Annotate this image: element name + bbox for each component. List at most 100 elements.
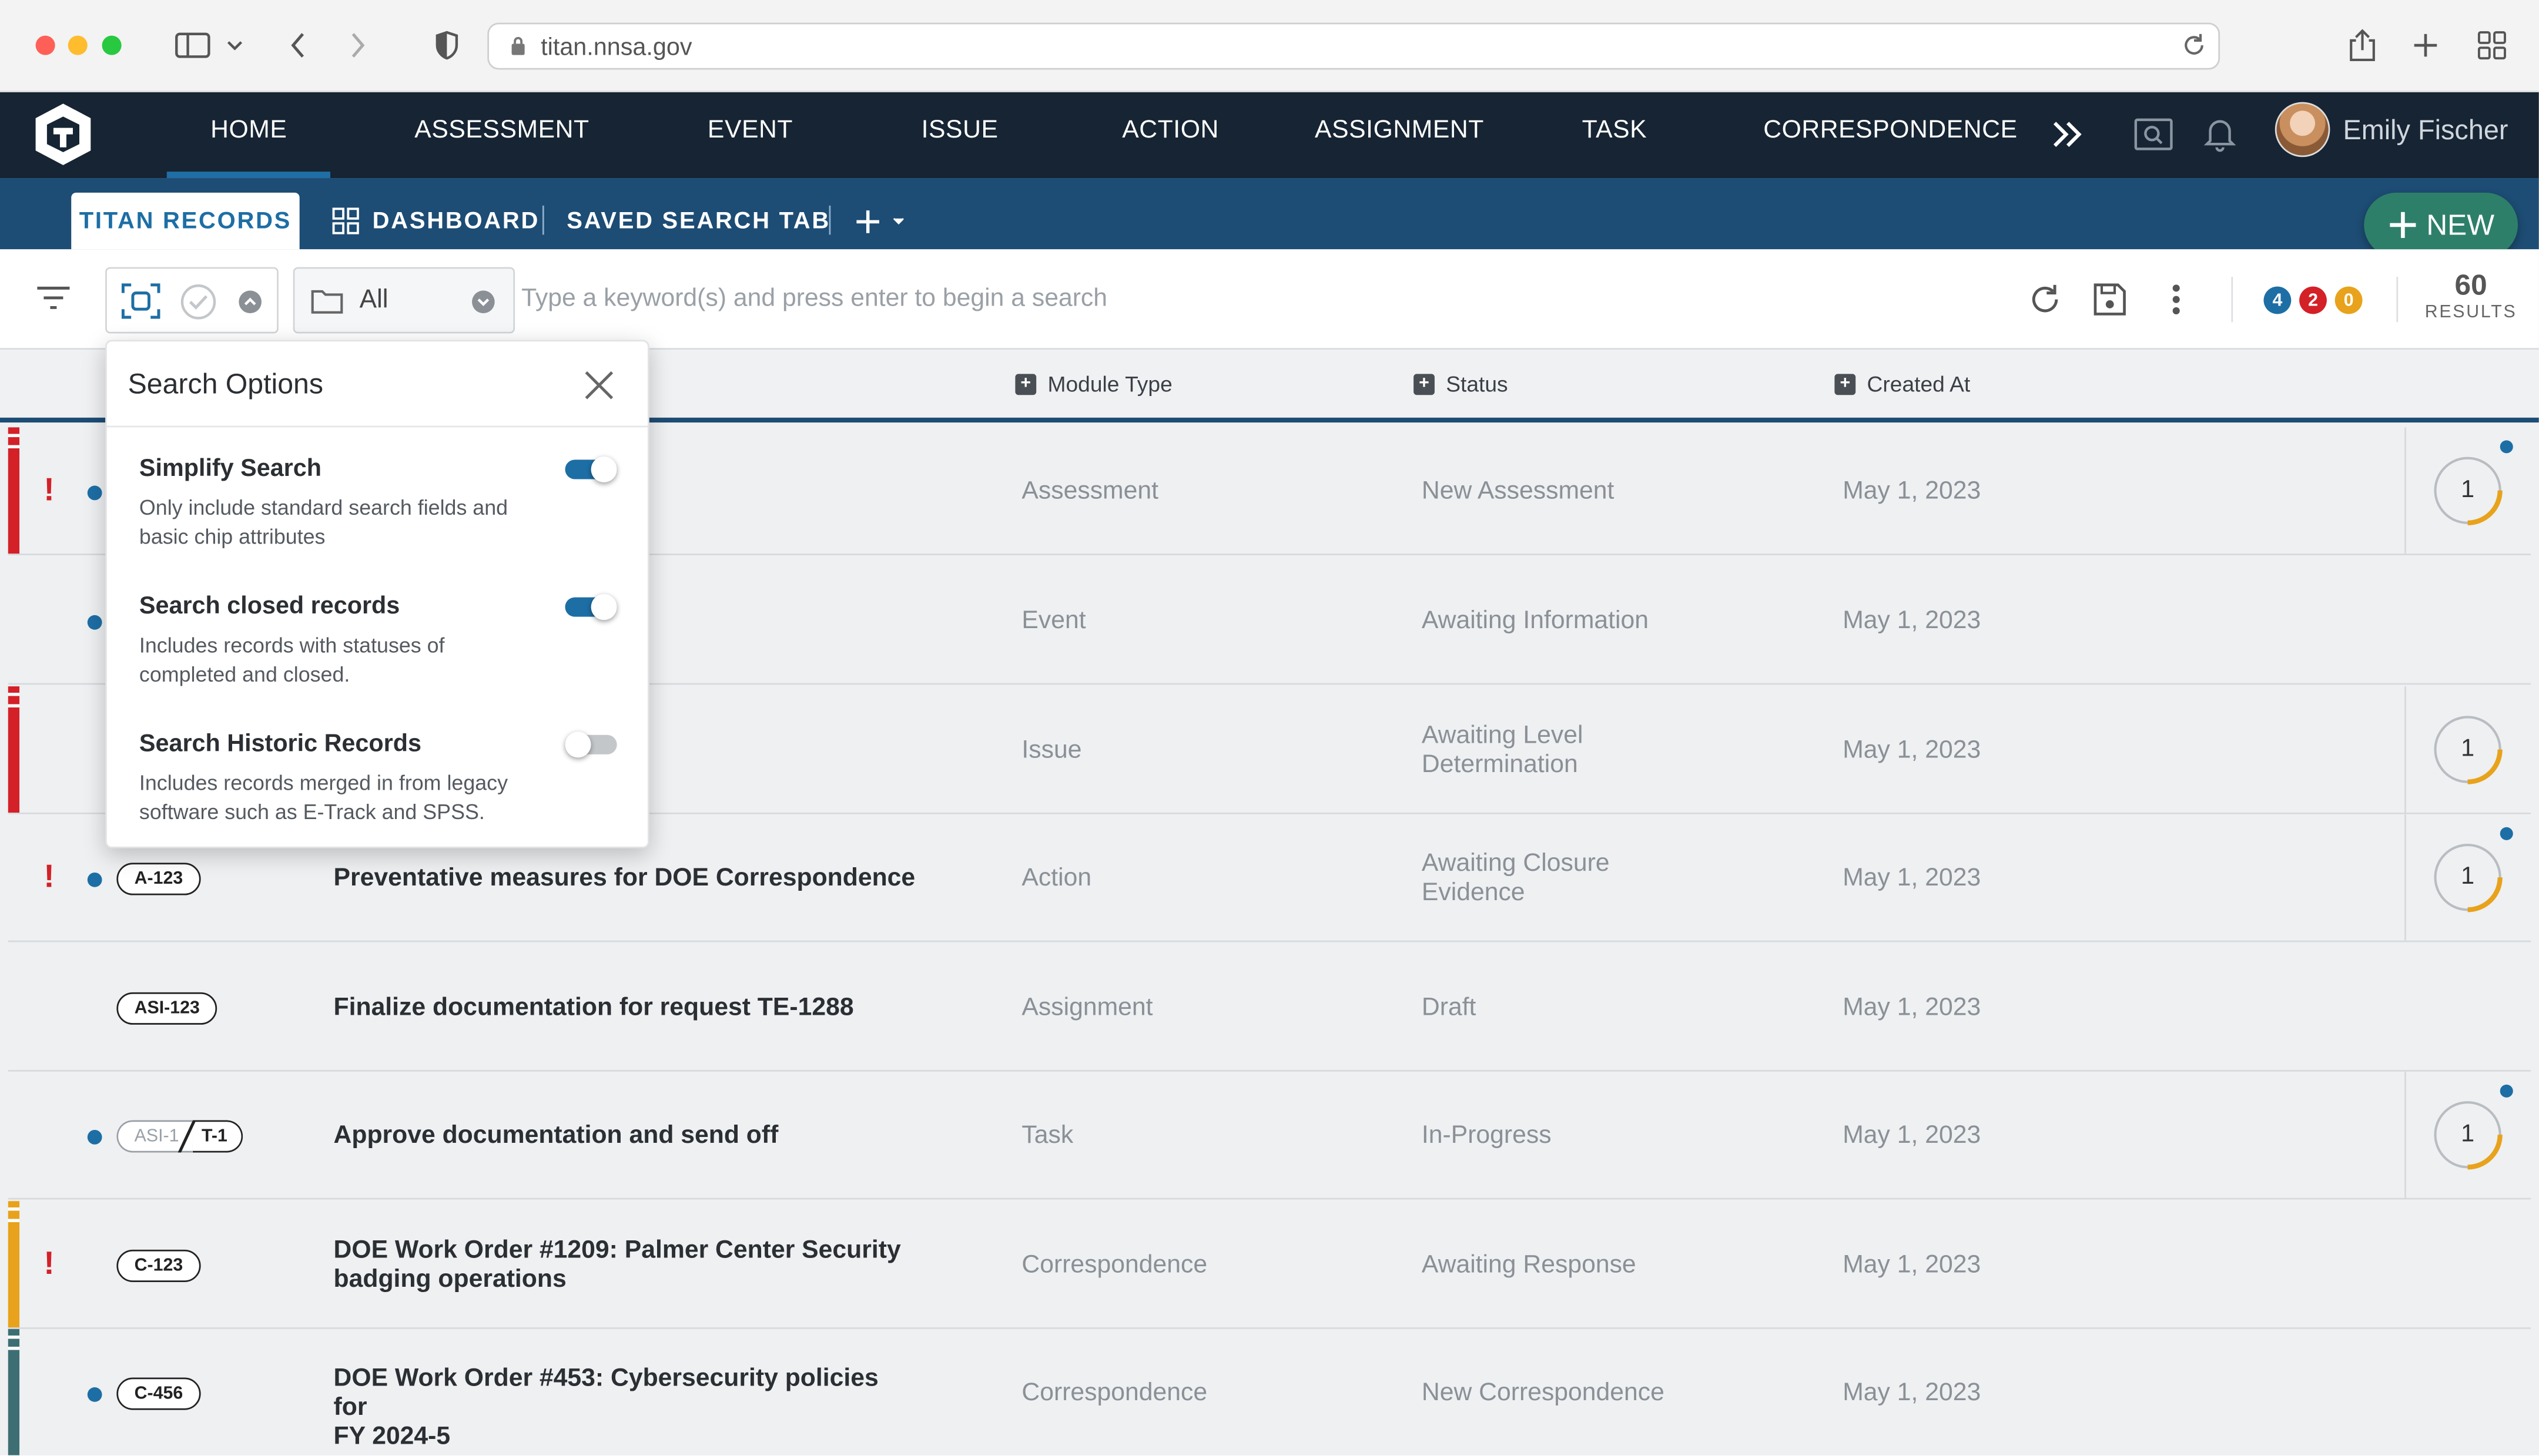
priority-flag [8, 427, 20, 554]
plus-icon: + [1834, 374, 1856, 395]
tab-dashboard[interactable]: DASHBOARD [332, 193, 540, 249]
comment-counter[interactable]: 1 [2404, 1071, 2531, 1198]
search-records-icon[interactable] [2132, 113, 2175, 156]
tab-titan-records[interactable]: TITAN RECORDS [71, 192, 300, 250]
simplify-search-toggle[interactable] [565, 456, 617, 482]
nav-more-icon[interactable] [2046, 113, 2089, 156]
url-text: titan.nnsa.gov [541, 33, 692, 62]
alert-icon: ! [43, 472, 55, 509]
nav-event[interactable]: EVENT [708, 116, 793, 146]
nav-home[interactable]: HOME [166, 116, 332, 179]
popover-title: Search Options [128, 367, 323, 400]
count-badge-blue[interactable]: 4 [2263, 286, 2292, 314]
tab-dashboard-label: DASHBOARD [372, 208, 540, 234]
tab-overview-icon[interactable] [2473, 26, 2511, 65]
new-activity-dot [2500, 1084, 2513, 1098]
folder-select[interactable]: All [293, 267, 515, 334]
column-label: Status [1446, 372, 1508, 397]
record-id-chip[interactable]: ASI-1 T-1 [116, 1120, 244, 1153]
toolbar-divider [2396, 277, 2399, 323]
record-module-type: Assessment [1021, 477, 1158, 505]
table-row[interactable]: ! C-123 DOE Work Order #1209: Palmer Cente… [8, 1201, 2531, 1329]
comment-counter[interactable]: 1 [2404, 686, 2531, 813]
new-activity-dot [2500, 440, 2513, 454]
titan-logo-icon[interactable] [28, 99, 99, 170]
new-record-button[interactable]: NEW [2364, 192, 2518, 258]
user-avatar[interactable] [2275, 102, 2330, 157]
window-zoom-button[interactable] [102, 35, 122, 55]
forward-icon[interactable] [339, 26, 377, 65]
window-minimize-button[interactable] [68, 35, 88, 55]
more-options-icon[interactable] [2157, 280, 2196, 319]
search-bar: All 4 2 0 60 RESULTS [0, 249, 2539, 350]
search-input[interactable] [521, 273, 1979, 326]
record-title[interactable]: Finalize documentation for request TE-12… [334, 994, 917, 1024]
record-created-at: May 1, 2023 [1843, 1251, 1981, 1279]
scan-search-icon[interactable] [121, 283, 160, 319]
user-name[interactable]: Emily Fischer [2343, 115, 2508, 147]
chevron-down-icon[interactable] [220, 26, 250, 65]
table-row[interactable]: ASI-123 Finalize documentation for reques… [8, 944, 2531, 1072]
priority-flag [8, 686, 20, 813]
record-id-chip[interactable]: C-456 [116, 1377, 201, 1410]
record-created-at: May 1, 2023 [1843, 864, 1981, 893]
historic-records-toggle[interactable] [565, 732, 617, 758]
nav-issue[interactable]: ISSUE [922, 116, 999, 146]
unread-dot [87, 615, 102, 630]
column-status[interactable]: + Status [1413, 373, 1508, 397]
results-label: RESULTS [2424, 303, 2517, 323]
record-status: Awaiting Information [1421, 607, 1649, 635]
record-id-chip[interactable]: ASI-123 [116, 992, 218, 1025]
record-module-type: Action [1021, 864, 1092, 893]
record-title[interactable]: DOE Work Order #1209: Palmer Center Secu… [334, 1237, 917, 1295]
window-close-button[interactable] [35, 35, 55, 55]
nav-assignment[interactable]: ASSIGNMENT [1315, 116, 1484, 146]
record-title[interactable]: Approve documentation and send off [334, 1122, 917, 1151]
record-id-chip[interactable]: C-123 [116, 1249, 201, 1282]
tab-saved-search[interactable]: SAVED SEARCH TAB [567, 193, 830, 249]
closed-records-toggle[interactable] [565, 594, 617, 620]
table-row[interactable]: ASI-1 T-1 Approve documentation and send o… [8, 1071, 2531, 1200]
record-id-chip[interactable]: A-123 [116, 863, 201, 895]
nav-correspondence[interactable]: CORRESPONDENCE [1763, 116, 2017, 146]
unread-dot [87, 872, 102, 887]
reload-icon[interactable] [2179, 31, 2209, 68]
save-search-icon[interactable] [2091, 280, 2129, 319]
table-row[interactable]: C-456 DOE Work Order #453: Cybersecurity … [8, 1328, 2531, 1455]
option-historic-records-desc: Includes records merged in from legacy so… [139, 770, 508, 824]
counter-value: 1 [2461, 734, 2475, 763]
back-icon[interactable] [279, 26, 317, 65]
record-module-type: Task [1021, 1122, 1074, 1150]
column-created-at[interactable]: + Created At [1834, 373, 1970, 397]
nav-assessment[interactable]: ASSESSMENT [414, 116, 589, 146]
sidebar-toggle-icon[interactable] [170, 26, 215, 65]
comment-counter[interactable]: 1 [2404, 427, 2531, 554]
count-badge-red[interactable]: 2 [2299, 286, 2327, 314]
new-button-label: NEW [2426, 208, 2495, 241]
close-icon[interactable] [580, 366, 618, 405]
new-activity-dot [2500, 827, 2513, 840]
alert-icon: ! [43, 1246, 55, 1282]
record-title[interactable]: Preventative measures for DOE Correspond… [334, 864, 917, 894]
record-status: Draft [1421, 994, 1476, 1022]
nav-action[interactable]: ACTION [1122, 116, 1219, 146]
options-chevron-icon[interactable] [238, 290, 262, 314]
filter-icon[interactable] [36, 285, 72, 319]
new-tab-icon[interactable] [2406, 26, 2445, 65]
count-badge-orange[interactable]: 0 [2334, 286, 2363, 314]
results-count: 60 [2454, 269, 2487, 301]
notifications-bell-icon[interactable] [2199, 113, 2241, 156]
record-title[interactable]: DOE Work Order #453: Cybersecurity polic… [334, 1364, 917, 1452]
column-module-type[interactable]: + Module Type [1015, 373, 1173, 397]
address-bar[interactable]: titan.nnsa.gov [487, 22, 2220, 70]
shield-icon[interactable] [427, 26, 466, 65]
counter-value: 1 [2461, 475, 2475, 504]
nav-task[interactable]: TASK [1582, 116, 1647, 146]
comment-counter[interactable]: 1 [2404, 814, 2531, 941]
plus-icon [2387, 210, 2417, 240]
refresh-icon[interactable] [2026, 280, 2065, 319]
popover-divider [106, 425, 648, 428]
add-tab-button[interactable] [855, 193, 904, 249]
share-icon[interactable] [2343, 26, 2381, 65]
check-circle-icon[interactable] [180, 283, 217, 320]
